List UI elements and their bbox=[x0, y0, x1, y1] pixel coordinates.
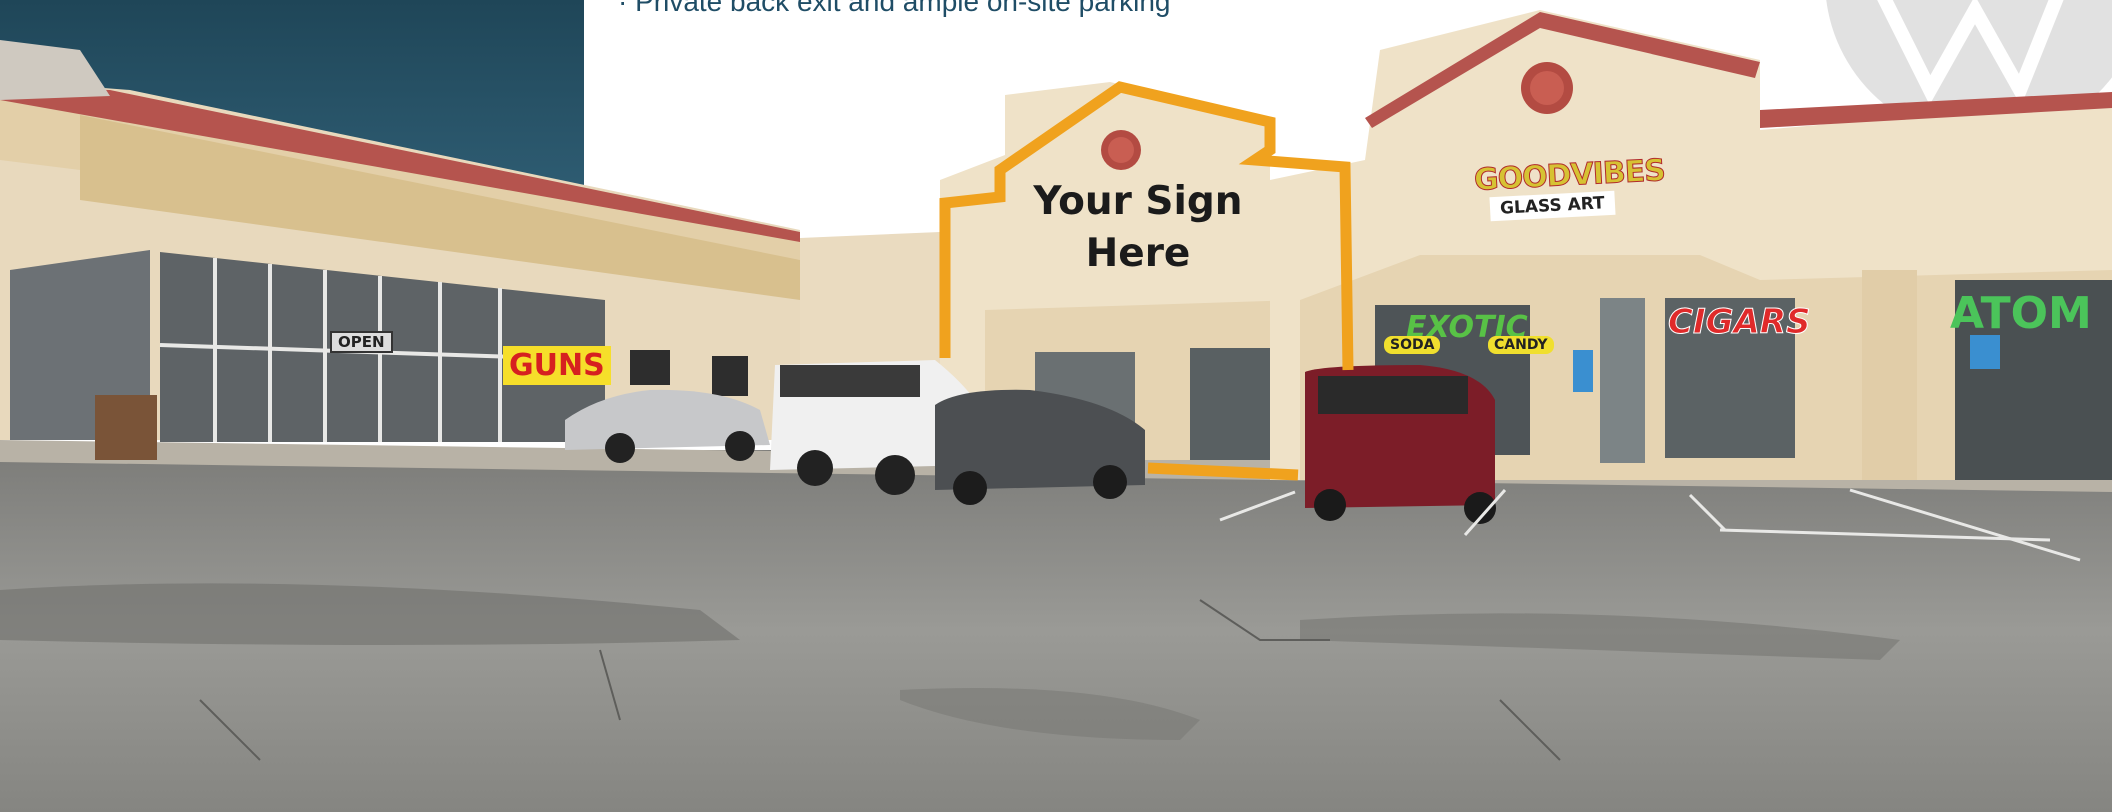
soda-sign: SODA bbox=[1384, 336, 1441, 354]
your-sign-here-label: Your Sign Here bbox=[1020, 176, 1256, 280]
red-minivan bbox=[1305, 365, 1496, 524]
guns-sign: GUNS bbox=[503, 346, 611, 385]
open-sign: OPEN bbox=[330, 331, 393, 353]
storefront-photo bbox=[0, 0, 2112, 812]
bullet-text: · Private back exit and ample on-site pa… bbox=[618, 0, 1171, 17]
cigars-sign: CIGARS bbox=[1668, 302, 1811, 343]
atom-sign: ATOM bbox=[1950, 288, 2092, 339]
sign-label-line-2: Here bbox=[1085, 231, 1191, 276]
sign-label-line-1: Your Sign bbox=[1033, 179, 1243, 224]
candy-sign: CANDY bbox=[1488, 336, 1554, 354]
